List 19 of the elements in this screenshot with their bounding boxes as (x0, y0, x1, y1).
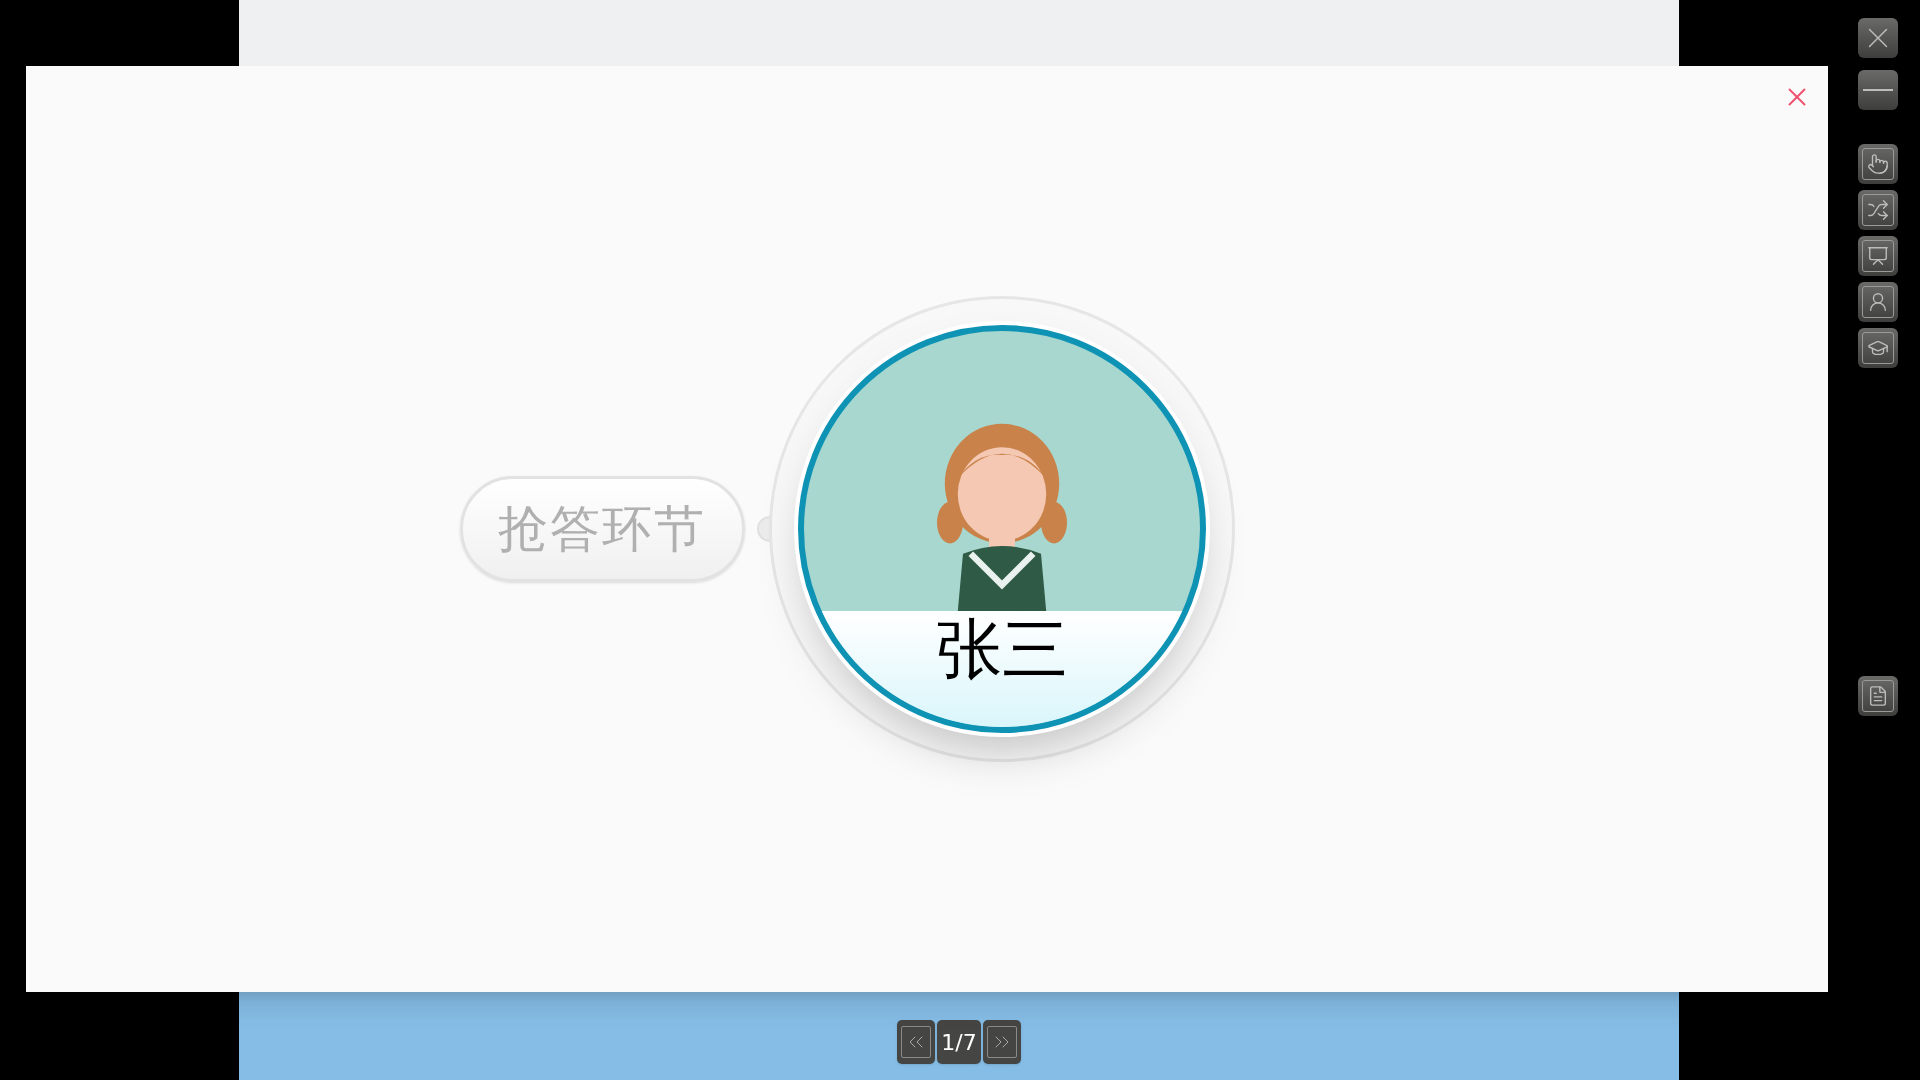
minimize-icon (1863, 89, 1893, 91)
student-name: 张三 (935, 617, 1068, 683)
pointer-tool-button[interactable] (1858, 144, 1898, 184)
minimize-button[interactable] (1858, 70, 1898, 110)
shuffle-tool-button[interactable] (1858, 190, 1898, 230)
pointer-tool-icon (1867, 153, 1889, 175)
shuffle-tool-icon (1867, 199, 1889, 221)
next-page-button[interactable] (982, 1020, 1021, 1064)
section-label: 抢答环节 (459, 476, 745, 582)
previous-page-button[interactable] (897, 1020, 936, 1064)
close-button[interactable] (1858, 18, 1898, 58)
notes-icon (1867, 685, 1889, 707)
page-indicator: 1/7 (937, 1020, 981, 1064)
presentation-tool-button[interactable] (1858, 236, 1898, 276)
user-score-button[interactable] (1858, 282, 1898, 322)
presentation-tool-icon (1867, 245, 1889, 267)
user-score-icon (1867, 291, 1889, 313)
student-score-button[interactable] (1858, 328, 1898, 368)
notes-button[interactable] (1858, 676, 1898, 716)
